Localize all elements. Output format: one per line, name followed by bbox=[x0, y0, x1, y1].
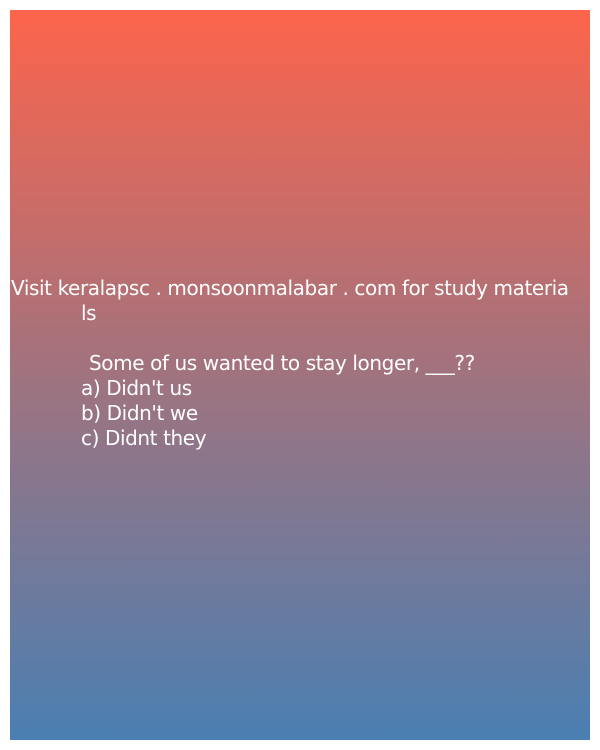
promo-text-line-2: ls bbox=[81, 301, 97, 325]
promo-text-line-1: Visit keralapsc . monsoonmalabar . com f… bbox=[11, 276, 569, 300]
option-a: a) Didn't us bbox=[81, 376, 192, 400]
quiz-card: Visit keralapsc . monsoonmalabar . com f… bbox=[10, 10, 590, 740]
question-text: Some of us wanted to stay longer, ___?? bbox=[89, 351, 475, 375]
option-c: c) Didnt they bbox=[81, 426, 207, 450]
option-b: b) Didn't we bbox=[81, 401, 198, 425]
quiz-content: Visit keralapsc . monsoonmalabar . com f… bbox=[10, 276, 590, 451]
